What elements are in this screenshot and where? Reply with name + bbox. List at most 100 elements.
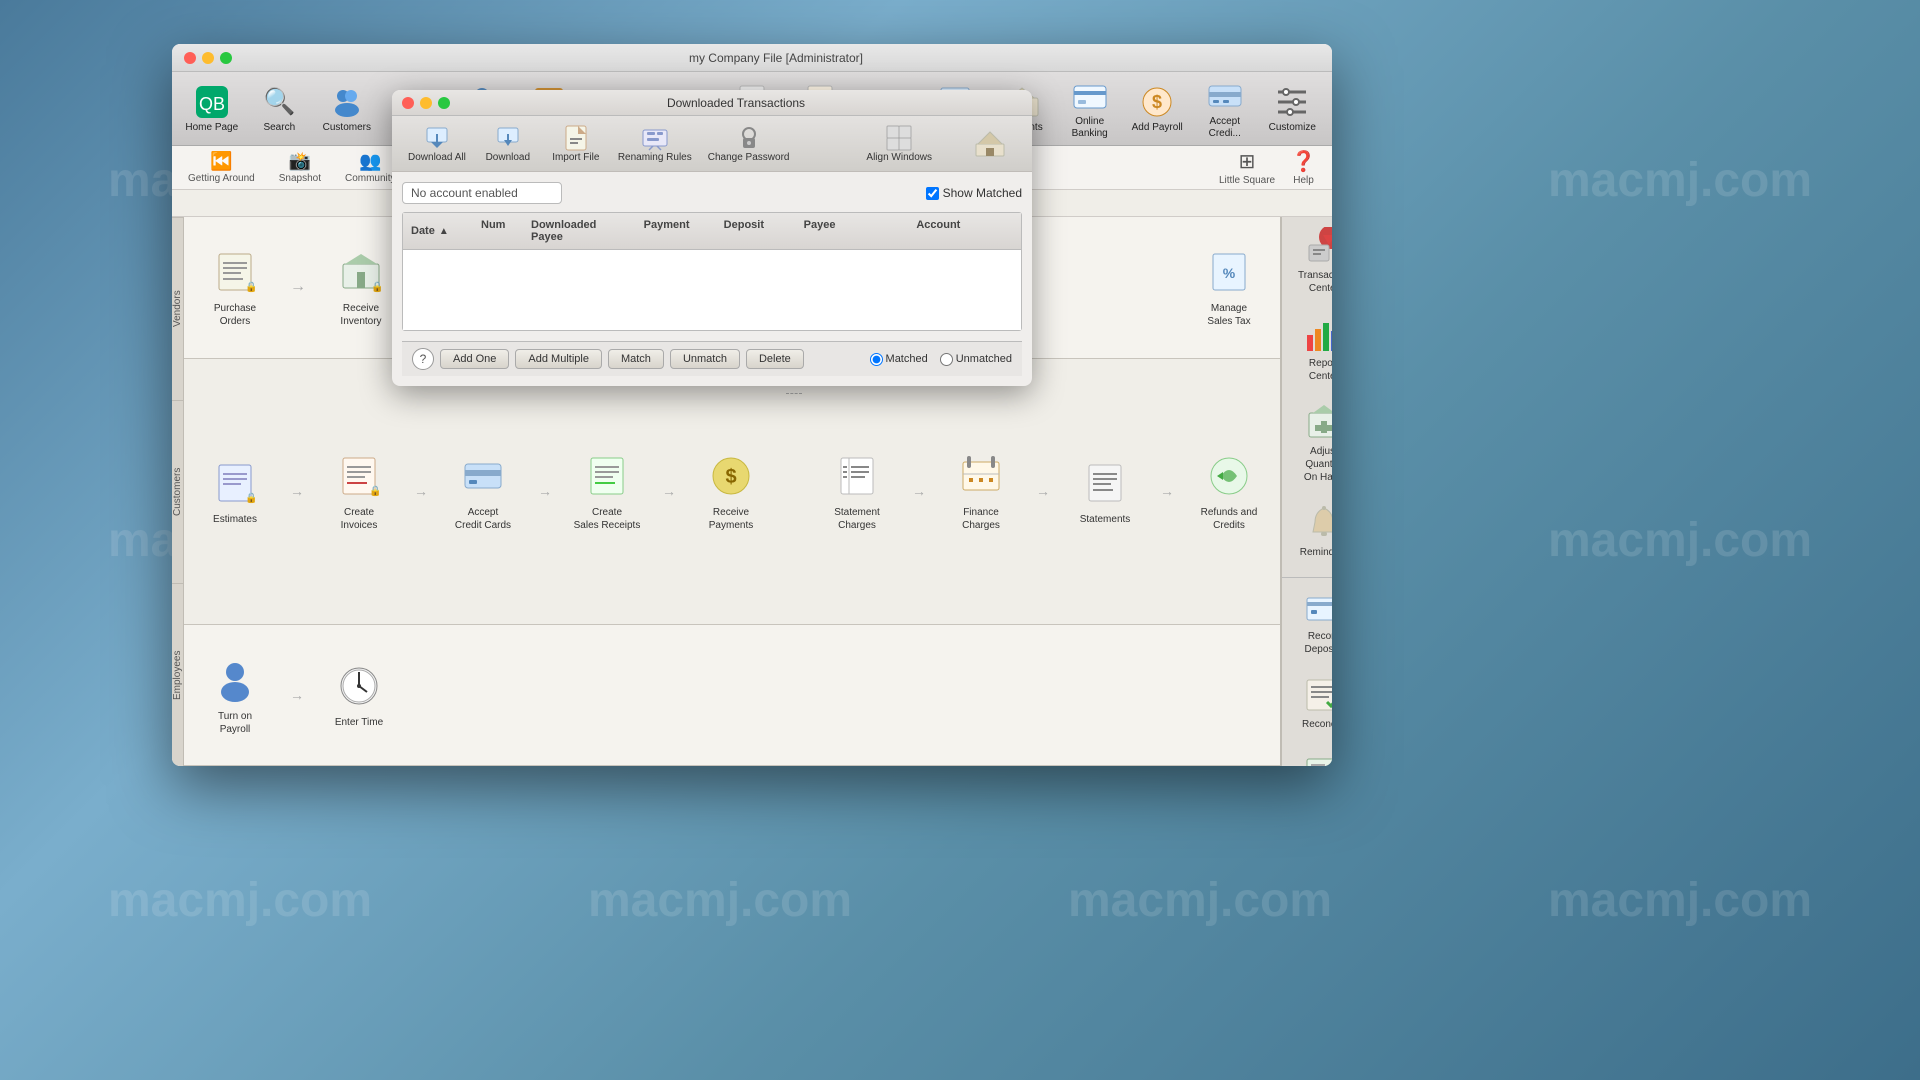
create-sales-receipts-icon: [581, 450, 633, 502]
toolbar-item-accept-credit[interactable]: Accept Credi...: [1193, 78, 1257, 140]
matched-label: Matched: [886, 353, 928, 365]
title-bar: my Company File [Administrator]: [172, 44, 1332, 72]
dialog-tb-bank[interactable]: [960, 124, 1020, 164]
toolbar-label-home-page: Home Page: [185, 122, 238, 134]
show-matched-checkbox[interactable]: [926, 187, 939, 200]
create-sales-receipts-label: CreateSales Receipts: [574, 506, 641, 532]
delete-button[interactable]: Delete: [746, 349, 804, 369]
workflow-item-estimates[interactable]: 🔒 Estimates: [200, 457, 270, 526]
right-panel-item-report-center[interactable]: ReportCenter: [1301, 311, 1332, 391]
dialog-tb-change-password[interactable]: Change Password: [704, 120, 794, 167]
workflow-item-create-invoices[interactable]: 🔒 CreateInvoices: [324, 450, 394, 532]
purchase-orders-label: PurchaseOrders: [214, 302, 256, 328]
dialog-tb-import-file[interactable]: Import File: [546, 120, 606, 167]
accept-credit-icon: [1207, 78, 1243, 114]
workflow-item-statement-charges[interactable]: StatementCharges: [822, 450, 892, 532]
toolbar-item-add-payroll[interactable]: $ Add Payroll: [1125, 78, 1189, 140]
manage-sales-tax-icon: %: [1203, 246, 1255, 298]
dialog-tb-download[interactable]: Download: [478, 120, 538, 167]
unmatch-button[interactable]: Unmatch: [670, 349, 740, 369]
help-label: Help: [1293, 175, 1314, 186]
show-matched-checkbox-area: Show Matched: [926, 186, 1022, 200]
right-panel-item-reconcile[interactable]: Reconcile: [1294, 672, 1332, 739]
reconcile-icon: [1305, 676, 1332, 714]
secondary-item-getting-around[interactable]: ⏮️ Getting Around: [188, 151, 255, 184]
accept-credit-cards-label: AcceptCredit Cards: [455, 506, 511, 532]
svg-text:QB: QB: [199, 94, 225, 114]
renaming-rules-icon: [641, 124, 669, 152]
help-button[interactable]: ?: [412, 348, 434, 370]
dialog-tb-download-all[interactable]: Download All: [404, 120, 470, 167]
dialog-max-button[interactable]: [438, 97, 450, 109]
turn-on-payroll-label: Turn onPayroll: [218, 710, 252, 736]
match-button[interactable]: Match: [608, 349, 664, 369]
workflow-item-statements[interactable]: Statements: [1070, 457, 1140, 526]
customers-icon: [329, 84, 365, 120]
window-title: my Company File [Administrator]: [232, 51, 1320, 65]
th-date[interactable]: Date ▲: [403, 217, 473, 245]
toolbar-label-customize: Customize: [1269, 122, 1316, 134]
workflow-item-manage-sales-tax[interactable]: % ManageSales Tax: [1194, 246, 1264, 328]
toolbar-item-home-page[interactable]: QB Home Page: [180, 78, 244, 140]
add-multiple-button[interactable]: Add Multiple: [515, 349, 602, 369]
workflow-item-finance-charges[interactable]: FinanceCharges: [946, 450, 1016, 532]
arrow: →: [662, 483, 676, 499]
purchase-orders-icon: 🔒: [209, 246, 261, 298]
matched-radio[interactable]: [870, 353, 883, 366]
unmatched-radio-item[interactable]: Unmatched: [940, 353, 1012, 366]
secondary-item-snapshot[interactable]: 📸 Snapshot: [279, 151, 321, 184]
workflow-item-enter-time[interactable]: Enter Time: [324, 660, 394, 729]
arrow: →: [290, 278, 306, 296]
right-panel-item-adjust-quantity[interactable]: Adjust QuantityOn Hand: [1290, 399, 1332, 492]
download-icon: [494, 124, 522, 152]
side-label-customers: Customers: [172, 400, 183, 583]
statements-icon: [1079, 457, 1131, 509]
dialog-titlebar: Downloaded Transactions: [392, 90, 1032, 116]
unmatched-radio[interactable]: [940, 353, 953, 366]
account-select[interactable]: No account enabled: [402, 182, 562, 204]
toolbar-item-online-banking[interactable]: Online Banking: [1058, 78, 1122, 140]
lock-icon: 🔒: [245, 282, 261, 298]
dialog-min-button[interactable]: [420, 97, 432, 109]
downloaded-transactions-dialog[interactable]: Downloaded Transactions Download All: [392, 90, 1032, 386]
statement-charges-label: StatementCharges: [834, 506, 880, 532]
minimize-button[interactable]: [202, 52, 214, 64]
right-panel-item-transaction-center[interactable]: TransactionCenter: [1290, 223, 1332, 303]
maximize-button[interactable]: [220, 52, 232, 64]
workflow-item-create-sales-receipts[interactable]: CreateSales Receipts: [572, 450, 642, 532]
dialog-tb-align-windows[interactable]: Align Windows: [862, 120, 936, 167]
finance-charges-icon: [955, 450, 1007, 502]
unmatched-label: Unmatched: [956, 353, 1012, 365]
workflow-item-turn-on-payroll[interactable]: Turn onPayroll: [200, 654, 270, 736]
refunds-credits-icon: [1203, 450, 1255, 502]
table-body: [403, 250, 1021, 330]
report-center-label: ReportCenter: [1305, 353, 1332, 387]
dialog-tb-renaming-rules[interactable]: Renaming Rules: [614, 120, 696, 167]
workflow-item-receive-inventory[interactable]: 🔒 ReceiveInventory: [326, 246, 396, 328]
right-panel-item-reminders[interactable]: Reminders: [1292, 500, 1332, 567]
receive-inventory-label: ReceiveInventory: [340, 302, 381, 328]
toolbar-item-search[interactable]: 🔍 Search: [248, 78, 312, 140]
toolbar-item-customers[interactable]: Customers: [315, 78, 379, 140]
write-checks-icon: [1305, 751, 1332, 766]
workflow-item-purchase-orders[interactable]: 🔒 PurchaseOrders: [200, 246, 270, 328]
add-one-button[interactable]: Add One: [440, 349, 509, 369]
reconcile-label: Reconcile: [1298, 714, 1332, 735]
workflow-item-receive-payments[interactable]: $ ReceivePayments: [696, 450, 766, 532]
secondary-item-community[interactable]: 👥 Community: [345, 151, 396, 184]
transactions-table: Date ▲ Num Downloaded Payee Payment Depo…: [402, 212, 1022, 331]
dialog-footer: ? Add One Add Multiple Match Unmatch Del…: [402, 341, 1022, 376]
secondary-item-little-square[interactable]: ⊞ Little Square: [1219, 149, 1275, 186]
dialog-close-button[interactable]: [402, 97, 414, 109]
toolbar-item-customize[interactable]: Customize: [1261, 78, 1325, 140]
close-button[interactable]: [184, 52, 196, 64]
help-icon: ❓: [1291, 149, 1316, 174]
right-panel-item-write-checks[interactable]: WriteChecks: [1299, 747, 1332, 766]
right-panel-item-record-deposits[interactable]: RecordDeposits: [1296, 584, 1332, 664]
secondary-item-help[interactable]: ❓ Help: [1291, 149, 1316, 186]
workflow-item-accept-credit-cards[interactable]: AcceptCredit Cards: [448, 450, 518, 532]
matched-radio-item[interactable]: Matched: [870, 353, 928, 366]
align-windows-label: Align Windows: [866, 152, 932, 163]
workflow-item-refunds-credits[interactable]: Refunds andCredits: [1194, 450, 1264, 532]
arrow: →: [1036, 483, 1050, 499]
